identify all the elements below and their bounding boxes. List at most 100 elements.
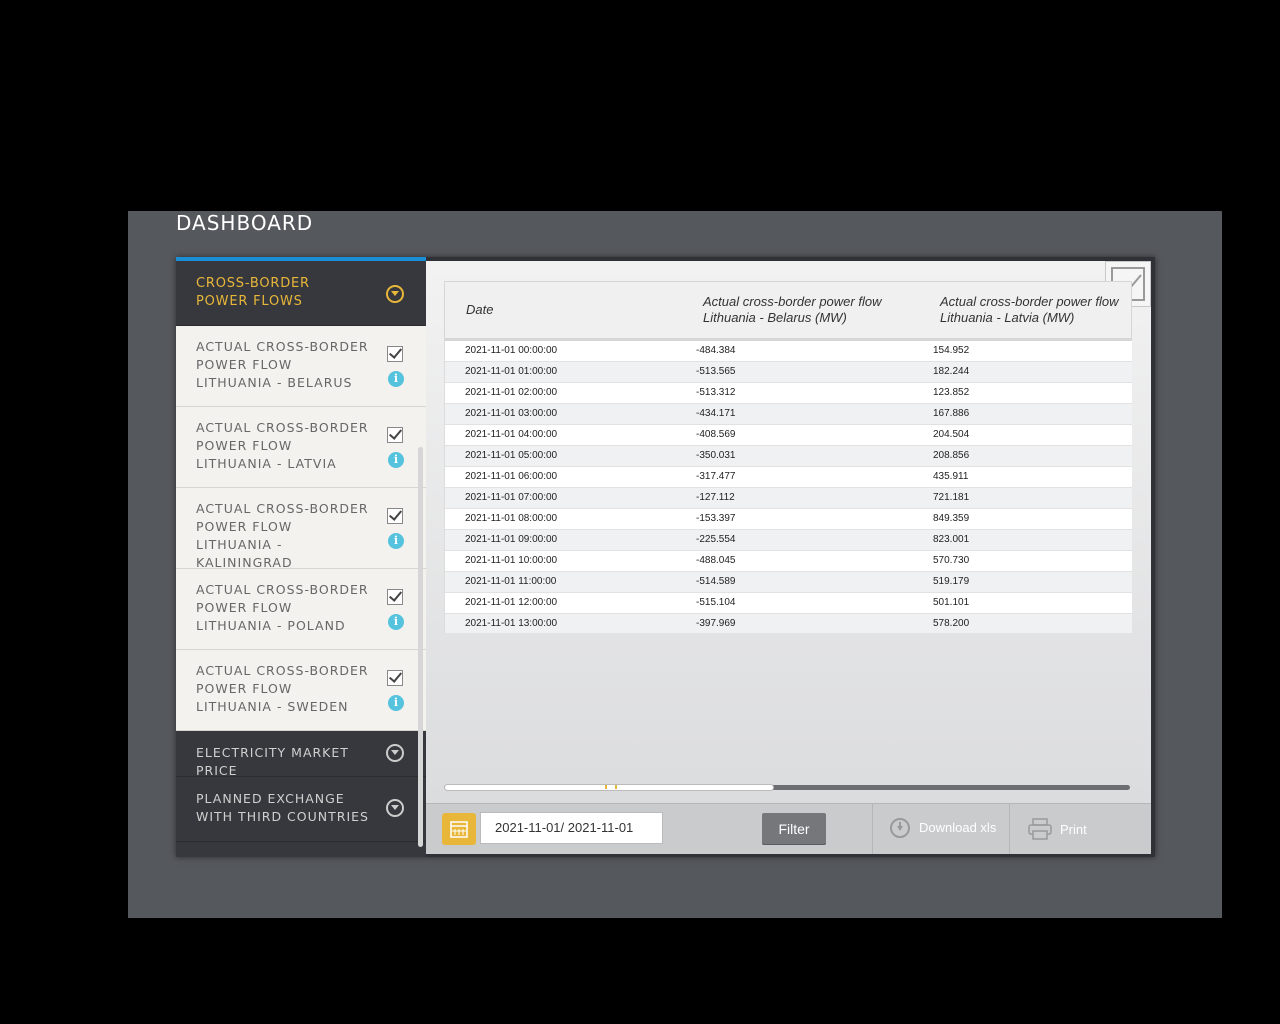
checkbox-icon[interactable] [387,427,403,443]
chevron-down-icon[interactable] [386,799,404,817]
table-cell: -484.384 [696,345,736,356]
table-cell: -317.477 [696,471,736,482]
dashboard-stage: DASHBOARD CROSS-BORDER POWER FLOWS ACTUA… [128,211,1222,918]
sidebar-section-planned-exchange[interactable]: PLANNED EXCHANGE WITH THIRD COUNTRIES [176,777,426,842]
sidebar-item-label: ACTUAL CROSS-BORDER POWER FLOW LITHUANIA… [196,663,369,714]
divider [1009,804,1010,854]
scrollbar-grip [605,785,617,789]
toolbar: 2021-11-01/ 2021-11-01 Filter Download x… [426,803,1151,854]
checkbox-icon[interactable] [387,508,403,524]
table-row: 2021-11-01 08:00:00 -153.397 849.359 [445,509,1132,530]
table-cell: 435.911 [933,471,969,482]
table-cell: 849.359 [933,513,970,524]
sidebar-item-latvia[interactable]: ACTUAL CROSS-BORDER POWER FLOW LITHUANIA… [176,407,426,488]
sidebar-item-poland[interactable]: ACTUAL CROSS-BORDER POWER FLOW LITHUANIA… [176,569,426,650]
print-label: Print [1060,822,1087,837]
table-cell: 154.952 [933,345,970,356]
table-cell: -515.104 [696,597,736,608]
date-range-input[interactable]: 2021-11-01/ 2021-11-01 [480,812,663,844]
table-cell: 123.852 [933,387,970,398]
sidebar-item-label: ACTUAL CROSS-BORDER POWER FLOW LITHUANIA… [196,501,369,570]
checkbox-icon[interactable] [387,589,403,605]
scrollbar-thumb[interactable] [444,784,774,791]
sidebar-scrollbar[interactable] [418,447,423,847]
table-row: 2021-11-01 00:00:00 -484.384 154.952 [445,341,1132,362]
table-cell: 2021-11-01 08:00:00 [465,513,558,524]
table-cell: -350.031 [696,450,736,461]
table-row: 2021-11-01 03:00:00 -434.171 167.886 [445,404,1132,425]
table-cell: 721.181 [933,492,970,503]
table-cell: 578.200 [933,618,970,629]
calendar-icon[interactable] [442,813,476,845]
section-label: CROSS-BORDER POWER FLOWS [196,276,310,309]
table-row: 2021-11-01 05:00:00 -350.031 208.856 [445,446,1132,467]
checkbox-icon[interactable] [387,670,403,686]
chevron-down-icon[interactable] [386,744,404,762]
sidebar-item-kaliningrad[interactable]: ACTUAL CROSS-BORDER POWER FLOW LITHUANIA… [176,488,426,570]
table-cell: 204.504 [933,429,970,440]
printer-icon [1028,818,1052,843]
info-icon[interactable]: i [388,695,404,711]
download-icon [890,818,910,838]
table-cell: -434.171 [696,408,736,419]
dashboard-panel: CROSS-BORDER POWER FLOWS ACTUAL CROSS-BO… [176,257,1155,857]
table-cell: 2021-11-01 04:00:00 [465,429,558,440]
table-cell: 2021-11-01 02:00:00 [465,387,558,398]
table-row: 2021-11-01 12:00:00 -515.104 501.101 [445,593,1132,614]
sidebar-section-more[interactable] [176,842,426,857]
sidebar-item-belarus[interactable]: ACTUAL CROSS-BORDER POWER FLOW LITHUANIA… [176,326,426,407]
sidebar-item-label: ACTUAL CROSS-BORDER POWER FLOW LITHUANIA… [196,339,369,390]
table-cell: 2021-11-01 05:00:00 [465,450,558,461]
table-cell: -488.045 [696,555,736,566]
info-icon[interactable]: i [388,533,404,549]
column-header-date[interactable]: Date [466,302,493,318]
checkbox-icon[interactable] [387,346,403,362]
table-cell: -127.112 [696,492,735,503]
table-body: 2021-11-01 00:00:00 -484.384 154.952 2021-1… [444,341,1132,633]
sidebar-item-label: ACTUAL CROSS-BORDER POWER FLOW LITHUANIA… [196,420,369,471]
table-cell: 2021-11-01 03:00:00 [465,408,558,419]
table-cell: 823.001 [933,534,970,545]
table-cell: 570.730 [933,555,970,566]
table-header: Date Actual cross-border power flow Lith… [444,281,1132,341]
table-row: 2021-11-01 09:00:00 -225.554 823.001 [445,530,1132,551]
info-icon[interactable]: i [388,452,404,468]
table-cell: 2021-11-01 09:00:00 [465,534,558,545]
sidebar-item-label: ACTUAL CROSS-BORDER POWER FLOW LITHUANIA… [196,582,369,633]
sidebar: CROSS-BORDER POWER FLOWS ACTUAL CROSS-BO… [176,257,426,857]
sidebar-section-market-price[interactable]: ELECTRICITY MARKET PRICE [176,731,426,778]
table-row: 2021-11-01 13:00:00 -397.969 578.200 [445,614,1132,633]
table-cell: 2021-11-01 10:00:00 [465,555,558,566]
info-icon[interactable]: i [388,371,404,387]
divider [872,804,873,854]
page-title: DASHBOARD [176,211,314,235]
table-cell: 182.244 [933,366,970,377]
table-cell: 2021-11-01 11:00:00 [465,576,557,587]
table-cell: 519.179 [933,576,970,587]
table-cell: 2021-11-01 01:00:00 [465,366,558,377]
sidebar-item-sweden[interactable]: ACTUAL CROSS-BORDER POWER FLOW LITHUANIA… [176,650,426,731]
table-row: 2021-11-01 10:00:00 -488.045 570.730 [445,551,1132,572]
section-label: PLANNED EXCHANGE WITH THIRD COUNTRIES [196,791,369,824]
horizontal-scrollbar[interactable] [444,784,1130,791]
table-cell: 208.856 [933,450,970,461]
sidebar-section-cross-border[interactable]: CROSS-BORDER POWER FLOWS [176,261,426,326]
section-label: ELECTRICITY MARKET PRICE [196,745,349,778]
table-row: 2021-11-01 07:00:00 -127.112 721.181 [445,488,1132,509]
data-table: Date Actual cross-border power flow Lith… [444,281,1132,633]
table-row: 2021-11-01 01:00:00 -513.565 182.244 [445,362,1132,383]
table-cell: -514.589 [696,576,736,587]
table-cell: 2021-11-01 00:00:00 [465,345,558,356]
table-cell: 2021-11-01 13:00:00 [465,618,558,629]
table-cell: -397.969 [696,618,736,629]
filter-button[interactable]: Filter [762,813,826,845]
download-label: Download xls [919,820,997,835]
info-icon[interactable]: i [388,614,404,630]
table-row: 2021-11-01 11:00:00 -514.589 519.179 [445,572,1132,593]
column-header-belarus[interactable]: Actual cross-border power flow Lithuania… [703,294,903,326]
table-cell: 167.886 [933,408,970,419]
table-cell: -153.397 [696,513,736,524]
column-header-latvia[interactable]: Actual cross-border power flow Lithuania… [940,294,1132,326]
table-cell: -513.312 [696,387,736,398]
chevron-down-icon[interactable] [386,285,404,303]
